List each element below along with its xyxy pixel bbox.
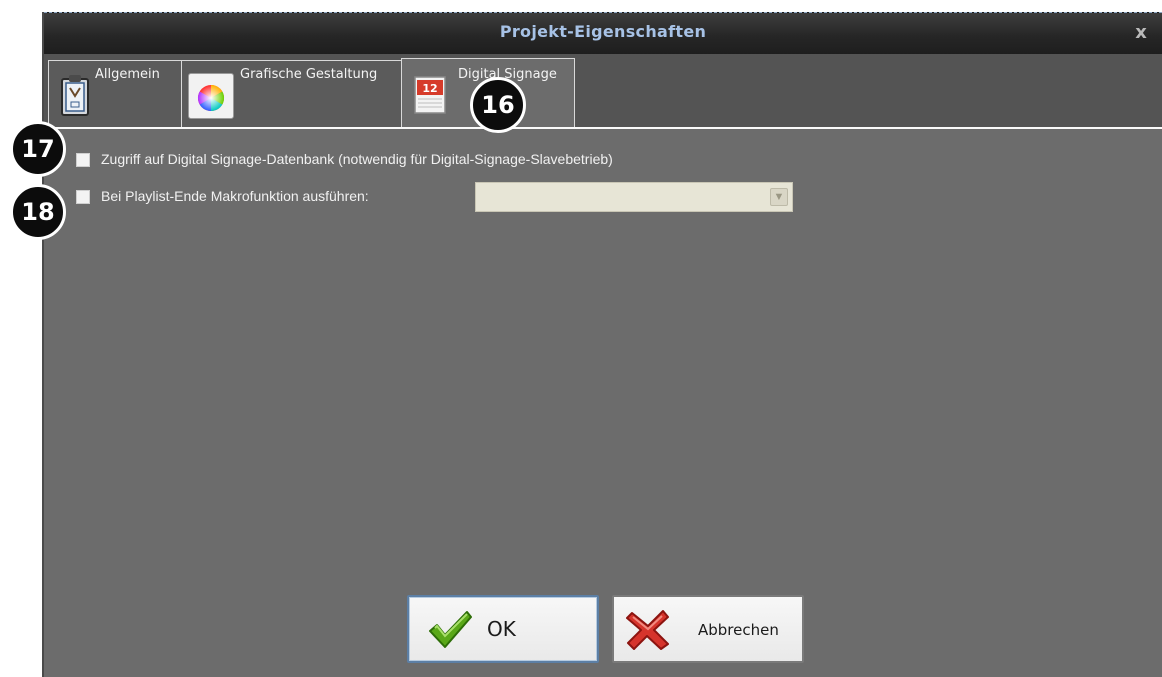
cancel-button[interactable]: Abbrechen xyxy=(612,595,804,663)
clipboard-icon xyxy=(57,73,95,119)
chevron-down-icon[interactable]: ▼ xyxy=(770,188,788,206)
tab-allgemein[interactable]: Allgemein xyxy=(48,60,185,128)
step-marker-18: 18 xyxy=(10,184,66,240)
project-properties-dialog: Projekt-Eigenschaften x Allgemein Grafis… xyxy=(42,12,1162,677)
red-x-icon xyxy=(626,609,670,656)
playlist-macro-label: Bei Playlist-Ende Makrofunktion ausführe… xyxy=(101,188,369,204)
svg-text:12: 12 xyxy=(422,82,437,95)
title-bar[interactable]: Projekt-Eigenschaften x xyxy=(44,12,1162,55)
tab-grafische-gestaltung[interactable]: Grafische Gestaltung xyxy=(181,60,402,128)
playlist-macro-checkbox[interactable] xyxy=(76,190,90,204)
calendar-icon: 12 xyxy=(412,73,450,119)
window-title: Projekt-Eigenschaften xyxy=(499,22,707,41)
step-marker-16: 16 xyxy=(470,77,526,133)
ok-button-label: OK xyxy=(487,617,516,641)
tab-label-grafische-gestaltung: Grafische Gestaltung xyxy=(240,67,378,82)
close-icon[interactable]: x xyxy=(1130,22,1152,44)
db-access-label: Zugriff auf Digital Signage-Datenbank (n… xyxy=(101,151,613,167)
cancel-button-label: Abbrechen xyxy=(698,621,779,639)
tab-label-allgemein: Allgemein xyxy=(95,67,160,82)
db-access-checkbox[interactable] xyxy=(76,153,90,167)
tab-divider xyxy=(44,127,1162,129)
step-marker-17: 17 xyxy=(10,121,66,177)
color-wheel-icon xyxy=(188,73,234,119)
macro-select[interactable]: ▼ xyxy=(475,182,793,212)
checkmark-icon xyxy=(427,609,473,656)
ok-button[interactable]: OK xyxy=(407,595,599,663)
